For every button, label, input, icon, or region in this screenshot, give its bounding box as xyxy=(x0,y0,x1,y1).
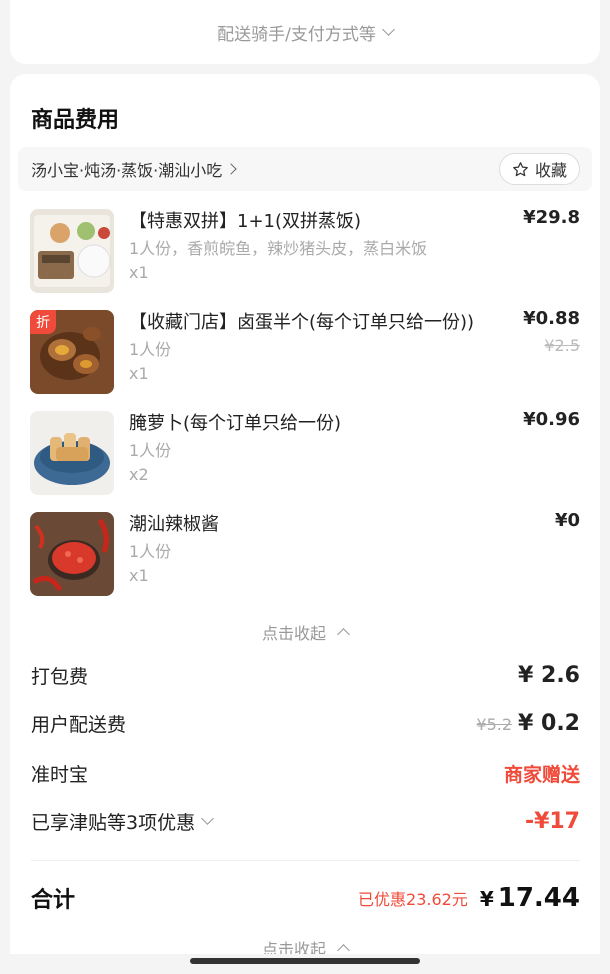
chevron-down-icon xyxy=(201,812,214,825)
discount-badge: 折 xyxy=(30,310,56,334)
delivery-fee-row: 用户配送费 ¥5.2 ¥ 0.2 xyxy=(31,710,580,737)
item-qty: x1 xyxy=(129,566,149,585)
item-desc: 1人份 xyxy=(129,340,172,359)
item-desc: 1人份 xyxy=(129,441,172,460)
discount-row[interactable]: 已享津贴等3项优惠 -¥17 xyxy=(31,808,580,835)
home-indicator[interactable] xyxy=(190,958,420,964)
ontime-row: 准时宝 商家赠送 xyxy=(31,760,580,787)
item-price: ¥0.96 xyxy=(523,409,580,430)
item-image xyxy=(30,209,114,293)
favorite-button[interactable]: 收藏 xyxy=(498,153,580,185)
item-qty: x1 xyxy=(129,263,149,282)
shop-name: 汤小宝·炖汤·蒸饭·潮汕小吃 xyxy=(31,161,223,180)
currency-symbol: ¥ xyxy=(479,887,494,911)
chevron-down-icon xyxy=(381,22,395,36)
item-desc: 1人份，香煎皖鱼，辣炒猪头皮，蒸白米饭 xyxy=(129,239,428,258)
packing-fee-value: ¥ 2.6 xyxy=(518,663,580,688)
item-desc: 1人份 xyxy=(129,542,172,561)
discount-value: -¥17 xyxy=(524,809,580,834)
delivery-fee-label: 用户配送费 xyxy=(31,714,127,736)
collapse-items-button[interactable]: 点击收起 xyxy=(10,620,600,644)
item-original-price: ¥2.5 xyxy=(544,336,580,355)
item-qty: x1 xyxy=(129,364,149,383)
ontime-label: 准时宝 xyxy=(31,764,89,786)
saved-amount: 已优惠23.62元 xyxy=(358,890,468,909)
item-price: ¥0.88 xyxy=(523,308,580,329)
collapse-label: 点击收起 xyxy=(261,940,326,954)
packing-fee-row: 打包费 ¥ 2.6 xyxy=(31,662,580,689)
total-label: 合计 xyxy=(31,888,76,913)
list-item[interactable]: 潮汕辣椒酱 1人份 x1 ¥0 xyxy=(30,510,580,598)
discount-label: 已享津贴等3项优惠 xyxy=(31,812,196,834)
total-value: 17.44 xyxy=(497,883,580,913)
collapse-bottom-button[interactable]: 点击收起 xyxy=(10,936,600,954)
item-image xyxy=(30,411,114,495)
item-price: ¥0 xyxy=(554,510,580,531)
star-icon xyxy=(513,161,528,176)
collapse-label: 点击收起 xyxy=(261,624,326,643)
item-qty: x2 xyxy=(129,465,149,484)
delivery-options-label: 配送骑手/支付方式等 xyxy=(217,24,376,45)
delivery-options-toggle[interactable]: 配送骑手/支付方式等 xyxy=(10,0,600,64)
shop-link[interactable]: 汤小宝·炖汤·蒸饭·潮汕小吃 xyxy=(31,157,237,181)
chevron-right-icon xyxy=(225,163,237,175)
delivery-fee-value: ¥ 0.2 xyxy=(518,711,580,736)
chevron-up-icon xyxy=(337,628,350,641)
item-name: 腌萝卜(每个订单只给一份) xyxy=(129,413,342,434)
list-item[interactable]: 腌萝卜(每个订单只给一份) 1人份 x2 ¥0.96 xyxy=(30,409,580,497)
favorite-label: 收藏 xyxy=(534,161,567,180)
divider xyxy=(31,860,580,861)
delivery-fee-original: ¥5.2 xyxy=(476,715,513,734)
item-name: 潮汕辣椒酱 xyxy=(129,514,219,535)
section-title: 商品费用 xyxy=(31,108,120,133)
item-name: 【特惠双拼】1+1(双拼蒸饭) xyxy=(129,211,362,232)
product-fee-card: 商品费用 汤小宝·炖汤·蒸饭·潮汕小吃 收藏 【特惠双拼】1+1(双拼蒸饭) 1… xyxy=(10,74,600,954)
list-item[interactable]: 折 【收藏门店】卤蛋半个(每个订单只给一份)) 1人份 x1 ¥0.88 ¥2.… xyxy=(30,308,580,396)
packing-fee-label: 打包费 xyxy=(31,666,89,688)
chevron-up-icon xyxy=(337,944,350,954)
ontime-value: 商家赠送 xyxy=(503,764,580,786)
item-image xyxy=(30,512,114,596)
item-image: 折 xyxy=(30,310,114,394)
total-row: 合计 已优惠23.62元 ¥17.44 xyxy=(31,882,580,914)
item-name: 【收藏门店】卤蛋半个(每个订单只给一份)) xyxy=(129,312,475,333)
list-item[interactable]: 【特惠双拼】1+1(双拼蒸饭) 1人份，香煎皖鱼，辣炒猪头皮，蒸白米饭 x1 ¥… xyxy=(30,207,580,295)
item-price: ¥29.8 xyxy=(523,207,580,228)
shop-bar: 汤小宝·炖汤·蒸饭·潮汕小吃 收藏 xyxy=(18,147,592,191)
